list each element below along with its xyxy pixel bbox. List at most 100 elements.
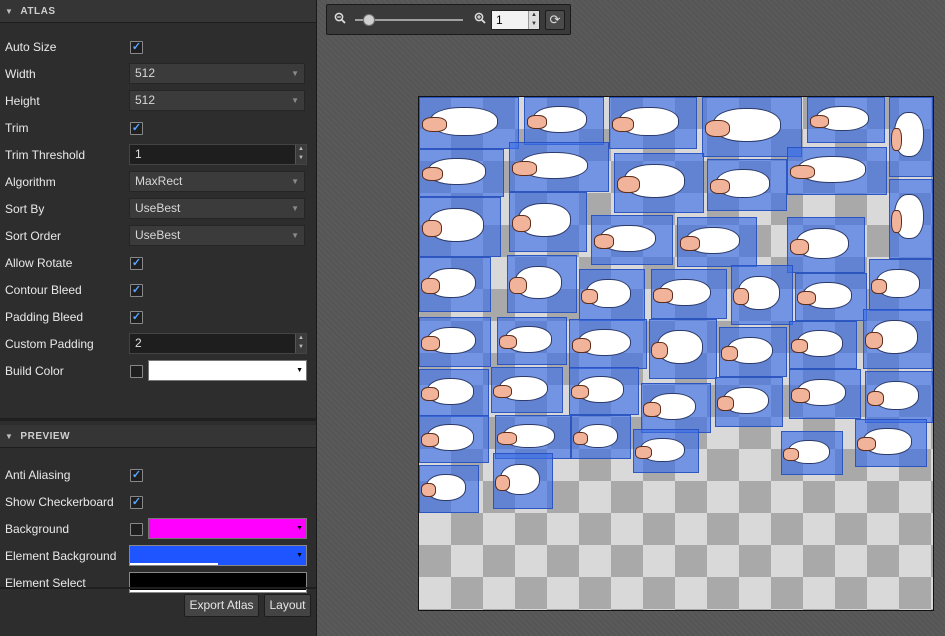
sheep-sprite[interactable] <box>419 415 489 463</box>
sheep-sprite[interactable] <box>569 319 647 369</box>
setting-row-sort-by: Sort By UseBest ▼ <box>0 196 316 223</box>
sheep-face <box>526 115 547 130</box>
dropdown-select[interactable]: 512 ▼ <box>129 63 305 84</box>
number-stepper[interactable]: 2 ▲ ▼ <box>129 333 307 354</box>
sheep-face <box>421 278 440 295</box>
sheep-sprite[interactable] <box>677 217 757 267</box>
stepper-value: 2 <box>135 336 142 350</box>
sheep-sprite[interactable] <box>889 97 933 177</box>
sheep-sprite[interactable] <box>795 273 867 321</box>
sheep-sprite[interactable] <box>719 327 787 377</box>
color-picker[interactable]: ▼ <box>129 545 307 566</box>
dropdown-select[interactable]: UseBest ▼ <box>129 198 305 219</box>
sheep-sprite[interactable] <box>807 97 885 143</box>
sheep-face <box>421 387 440 402</box>
setting-label: Allow Rotate <box>5 256 73 270</box>
sheep-sprite[interactable] <box>524 97 604 145</box>
preview-section-header[interactable]: ▼ PREVIEW <box>0 425 316 448</box>
checkbox[interactable]: ✓ <box>130 311 143 324</box>
sheep-sprite[interactable] <box>497 317 567 365</box>
sheep-face <box>495 474 511 491</box>
checkbox[interactable]: ✓ <box>130 257 143 270</box>
sheep-sprite[interactable] <box>491 367 563 413</box>
sheep-face <box>581 289 598 304</box>
number-stepper[interactable]: 1 ▲ ▼ <box>129 144 307 165</box>
sheep-sprite[interactable] <box>865 371 933 423</box>
checkbox[interactable]: ✓ <box>130 469 143 482</box>
sheep-sprite[interactable] <box>509 192 587 252</box>
setting-label: Contour Bleed <box>5 283 82 297</box>
sheep-face <box>857 437 876 452</box>
stepper-value: 1 <box>135 147 142 161</box>
sheep-sprite[interactable] <box>869 259 933 311</box>
zoom-slider-handle[interactable] <box>363 14 375 26</box>
sheep-sprite[interactable] <box>889 179 933 259</box>
sheep-sprite[interactable] <box>731 265 793 325</box>
checkbox[interactable]: ✓ <box>130 41 143 54</box>
zoom-out-icon[interactable] <box>333 12 347 26</box>
sheep-sprite[interactable] <box>419 197 501 257</box>
sheep-face <box>704 120 731 138</box>
layout-button[interactable]: Layout <box>264 594 311 617</box>
refresh-button[interactable]: ⟳ <box>545 10 565 30</box>
collapse-triangle-icon[interactable]: ▼ <box>5 432 13 441</box>
sheep-sprite[interactable] <box>649 319 717 379</box>
sheep-sprite[interactable] <box>863 309 933 369</box>
collapse-triangle-icon[interactable]: ▼ <box>5 7 13 16</box>
sheep-sprite[interactable] <box>715 377 783 427</box>
stepper-arrows-icon[interactable]: ▲ ▼ <box>295 145 306 164</box>
sheep-sprite[interactable] <box>419 317 491 367</box>
dropdown-select[interactable]: 512 ▼ <box>129 90 305 111</box>
sheep-sprite[interactable] <box>787 217 865 273</box>
checkbox[interactable]: ✓ <box>130 122 143 135</box>
export-atlas-button[interactable]: Export Atlas <box>184 594 259 617</box>
sheep-sprite[interactable] <box>651 269 727 319</box>
sheep-sprite[interactable] <box>707 159 787 211</box>
checkbox[interactable]: ✓ <box>130 365 143 378</box>
color-picker[interactable]: ▼ <box>148 518 307 539</box>
sheep-sprite[interactable] <box>609 97 697 149</box>
atlas-preview-canvas[interactable] <box>418 96 934 611</box>
sheep-sprite[interactable] <box>507 255 577 313</box>
sheep-sprite[interactable] <box>789 321 857 369</box>
zoom-in-icon[interactable] <box>473 12 487 26</box>
sheep-sprite[interactable] <box>493 453 553 509</box>
setting-row-contour-bleed: Contour Bleed ✓ <box>0 277 316 304</box>
color-picker[interactable]: ▼ <box>148 360 307 381</box>
sheep-sprite[interactable] <box>419 149 504 197</box>
checkbox[interactable]: ✓ <box>130 523 143 536</box>
sheep-face <box>733 288 749 306</box>
dropdown-select[interactable]: UseBest ▼ <box>129 225 305 246</box>
sheep-sprite[interactable] <box>569 367 639 415</box>
sheep-sprite[interactable] <box>579 269 645 321</box>
sheep-sprite[interactable] <box>641 383 711 433</box>
sheep-sprite[interactable] <box>781 431 843 475</box>
sheep-sprite[interactable] <box>419 97 519 149</box>
sheep-sprite[interactable] <box>789 369 861 419</box>
sheep-sprite[interactable] <box>633 429 699 473</box>
sheep-face <box>421 167 444 182</box>
sheep-sprite[interactable] <box>419 369 489 417</box>
sheep-sprite[interactable] <box>509 142 609 192</box>
zoom-input[interactable]: 1 ▲ ▼ <box>491 10 540 30</box>
atlas-section-header[interactable]: ▼ ATLAS <box>0 0 316 23</box>
sheep-sprite[interactable] <box>571 415 631 459</box>
setting-label: Sort Order <box>5 229 62 243</box>
color-picker[interactable]: ▼ <box>129 572 307 593</box>
sheep-sprite[interactable] <box>419 257 491 312</box>
setting-row-custom-padding: Custom Padding 2 ▲ ▼ <box>0 331 316 358</box>
zoom-stepper-icon[interactable]: ▲ ▼ <box>528 11 539 29</box>
stepper-arrows-icon[interactable]: ▲ ▼ <box>295 334 306 353</box>
dropdown-select[interactable]: MaxRect ▼ <box>129 171 305 192</box>
setting-row-algorithm: Algorithm MaxRect ▼ <box>0 169 316 196</box>
sheep-sprite[interactable] <box>419 465 479 513</box>
checkbox[interactable]: ✓ <box>130 284 143 297</box>
setting-label: Custom Padding <box>5 337 94 351</box>
sheep-sprite[interactable] <box>855 419 927 467</box>
checkbox[interactable]: ✓ <box>130 496 143 509</box>
preview-settings: Anti Aliasing ✓ Show Checkerboard ✓ Backgrou… <box>0 462 316 602</box>
sheep-sprite[interactable] <box>787 147 887 195</box>
setting-row-allow-rotate: Allow Rotate ✓ <box>0 250 316 277</box>
sheep-sprite[interactable] <box>614 153 704 213</box>
sheep-sprite[interactable] <box>591 215 673 265</box>
